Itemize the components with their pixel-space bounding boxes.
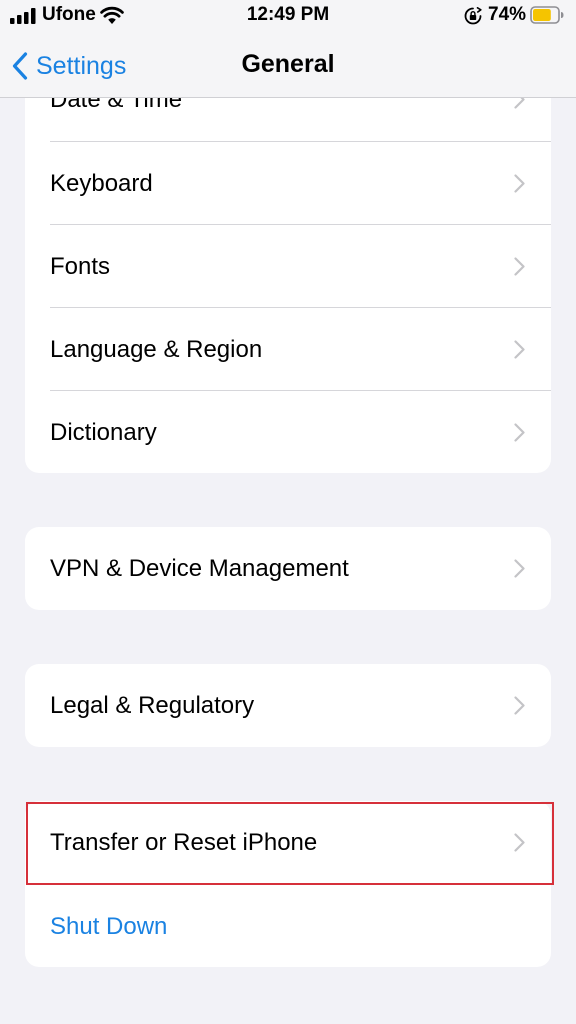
row-fonts[interactable]: Fonts [25, 225, 551, 308]
row-keyboard[interactable]: Keyboard [25, 142, 551, 225]
battery-percent: 74% [488, 4, 527, 25]
row-vpn-device-management[interactable]: VPN & Device Management [25, 527, 551, 610]
orientation-lock-icon [464, 7, 482, 25]
navigation-bar: Settings General [0, 36, 576, 96]
row-dictionary-label: Dictionary [50, 419, 157, 446]
top-bar: Ufone 12:49 PM 74% Settings General [0, 0, 576, 98]
row-legal-regulatory[interactable]: Legal & Regulatory [25, 664, 551, 747]
chevron-right-icon [514, 340, 525, 359]
row-shut-down[interactable]: Shut Down [25, 885, 551, 967]
settings-general-screen: Date & Time Keyboard Fonts Language & Re… [0, 0, 576, 1024]
row-fonts-label: Fonts [50, 253, 111, 280]
row-legal-regulatory-label: Legal & Regulatory [50, 692, 255, 719]
chevron-right-icon [514, 559, 525, 578]
battery-icon [530, 6, 564, 24]
group-language-settings: Date & Time Keyboard Fonts Language & Re… [25, 58, 551, 473]
status-bar: Ufone 12:49 PM 74% [0, 0, 576, 32]
chevron-right-icon [514, 833, 525, 852]
group-reset-shutdown: Transfer or Reset iPhone Shut Down [25, 801, 551, 967]
chevron-right-icon [514, 257, 525, 276]
group-vpn: VPN & Device Management [25, 527, 551, 610]
shut-down-button[interactable]: Shut Down [50, 885, 167, 967]
row-language-region-label: Language & Region [50, 336, 263, 363]
row-dictionary[interactable]: Dictionary [25, 391, 551, 473]
chevron-right-icon [514, 423, 525, 442]
chevron-right-icon [514, 174, 525, 193]
row-keyboard-label: Keyboard [50, 170, 153, 197]
settings-list[interactable]: Date & Time Keyboard Fonts Language & Re… [0, 0, 576, 1024]
group-legal: Legal & Regulatory [25, 664, 551, 747]
row-vpn-device-management-label: VPN & Device Management [50, 555, 349, 582]
row-transfer-reset-iphone[interactable]: Transfer or Reset iPhone [25, 801, 551, 884]
page-title: General [241, 50, 335, 78]
row-language-region[interactable]: Language & Region [25, 308, 551, 391]
chevron-right-icon [514, 696, 525, 715]
row-transfer-reset-iphone-label: Transfer or Reset iPhone [50, 829, 318, 856]
